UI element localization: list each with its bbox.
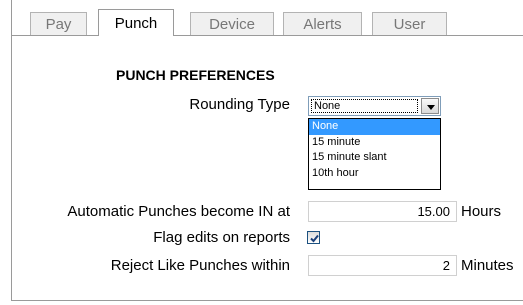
auto-punch-input[interactable]: 15.00 <box>308 201 457 222</box>
tab-alerts[interactable]: Alerts <box>283 12 362 35</box>
flag-edits-label: Flag edits on reports <box>153 229 290 246</box>
minutes-unit: Minutes <box>461 257 514 274</box>
checkmark-icon <box>310 234 319 243</box>
auto-punch-label: Automatic Punches become IN at <box>67 203 290 220</box>
rounding-type-dropdown: None 15 minute 15 minute slant 10th hour <box>308 118 441 190</box>
tab-bar: Pay Punch Device Alerts User <box>0 0 523 36</box>
tab-divider <box>11 35 523 36</box>
tab-punch[interactable]: Punch <box>98 9 174 36</box>
rounding-type-select[interactable]: None <box>308 96 441 116</box>
tab-device[interactable]: Device <box>190 12 274 35</box>
rounding-type-value: None <box>311 99 418 113</box>
section-heading: PUNCH PREFERENCES <box>116 67 275 83</box>
option-15-minute[interactable]: 15 minute <box>309 135 440 151</box>
reject-punches-label: Reject Like Punches within <box>110 257 290 274</box>
tab-user[interactable]: User <box>372 12 447 35</box>
reject-punches-input[interactable]: 2 <box>308 255 457 276</box>
rounding-type-label: Rounding Type <box>189 96 290 113</box>
dropdown-button[interactable] <box>421 98 439 114</box>
tab-pay[interactable]: Pay <box>30 12 87 35</box>
hours-unit: Hours <box>461 203 502 220</box>
chevron-down-icon <box>427 105 435 110</box>
option-15-minute-slant[interactable]: 15 minute slant <box>309 150 440 166</box>
option-10th-hour[interactable]: 10th hour <box>309 166 440 182</box>
flag-edits-checkbox[interactable] <box>307 231 320 244</box>
option-none[interactable]: None <box>309 119 440 135</box>
